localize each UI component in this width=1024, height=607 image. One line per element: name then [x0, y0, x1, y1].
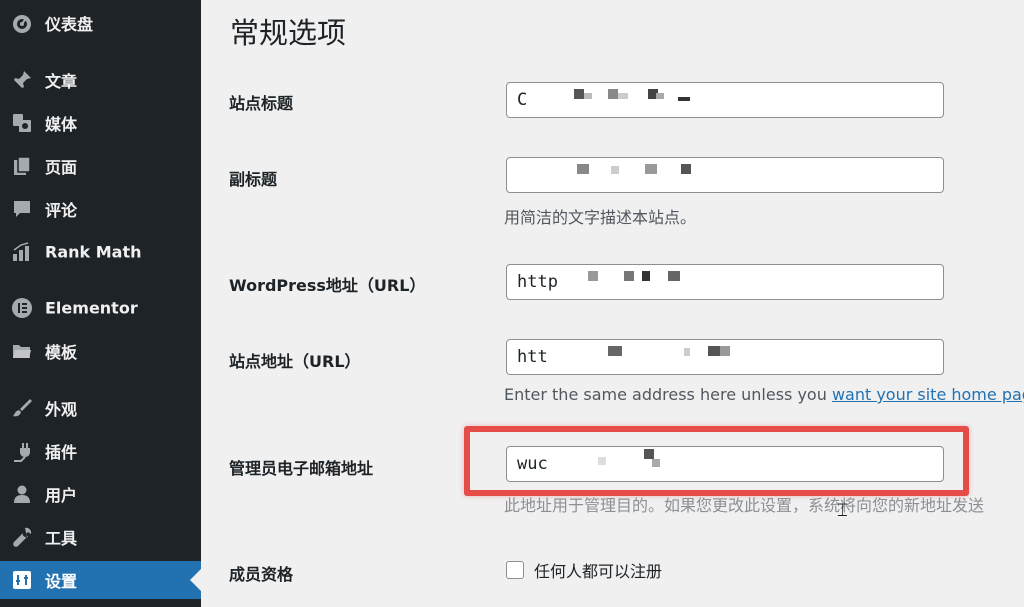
settings-icon — [10, 568, 34, 592]
sidebar-item-label: 媒体 — [45, 115, 78, 134]
membership-label: 成员资格 — [229, 565, 294, 584]
site-address-value: htt — [517, 347, 548, 367]
plugin-icon — [10, 439, 34, 463]
page-title: 常规选项 — [230, 16, 347, 50]
sidebar-item-label: 工具 — [45, 529, 78, 548]
sidebar-item-plugins[interactable]: 插件 — [0, 432, 201, 470]
site-title-value: C — [517, 90, 528, 110]
page-icon — [10, 154, 34, 178]
sidebar-item-label: Rank Math — [45, 242, 142, 262]
sidebar-item-label: 用户 — [45, 486, 78, 505]
wp-address-label: WordPress地址（URL） — [229, 276, 426, 295]
sidebar-item-users[interactable]: 用户 — [0, 475, 201, 513]
sidebar-item-tools[interactable]: 工具 — [0, 518, 201, 556]
membership-checkbox-label[interactable]: 任何人都可以注册 — [534, 558, 662, 582]
comment-icon — [10, 197, 34, 221]
sidebar-item-label: 评论 — [45, 201, 78, 220]
sidebar-item-templates[interactable]: 模板 — [0, 332, 201, 370]
admin-email-description: 此地址用于管理目的。如果您更改此设置，系统将向您的新地址发送 — [504, 496, 985, 515]
user-icon — [10, 482, 34, 506]
settings-main: 常规选项 站点标题 C 副标题 用简洁的文字描述本站点。 WordPress地址… — [201, 0, 1024, 607]
sidebar-item-comments[interactable]: 评论 — [0, 190, 201, 228]
sidebar-item-posts[interactable]: 文章 — [0, 61, 201, 99]
brush-icon — [10, 396, 34, 420]
highlight-box — [464, 426, 969, 496]
wp-address-value: http — [517, 272, 558, 292]
sidebar-item-label: 插件 — [45, 443, 78, 462]
site-address-input[interactable]: htt — [506, 339, 944, 375]
dashboard-icon — [10, 11, 34, 35]
wrench-icon — [10, 525, 34, 549]
active-indicator — [190, 569, 201, 591]
sidebar-item-label: Elementor — [45, 298, 138, 318]
tagline-description: 用简洁的文字描述本站点。 — [504, 208, 697, 227]
redacted-text — [568, 265, 768, 299]
sidebar-item-rank-math[interactable]: Rank Math — [0, 233, 201, 271]
tagline-input[interactable] — [506, 157, 944, 193]
site-address-label: 站点地址（URL） — [229, 352, 361, 371]
site-title-input[interactable]: C — [506, 82, 944, 118]
site-address-description: Enter the same address here unless you w… — [504, 385, 1024, 404]
membership-checkbox[interactable] — [506, 561, 524, 579]
rank-math-icon — [10, 240, 34, 264]
admin-sidebar: 仪表盘 文章 媒体 页面 评论 Rank Math Elementor 模板 外… — [0, 0, 201, 607]
wp-address-input[interactable]: http — [506, 264, 944, 300]
sidebar-item-settings[interactable]: 设置 — [0, 561, 201, 599]
sidebar-item-media[interactable]: 媒体 — [0, 104, 201, 142]
site-title-label: 站点标题 — [229, 94, 294, 113]
redacted-text — [517, 158, 717, 192]
site-home-link[interactable]: want your site home pag — [832, 385, 1024, 404]
sidebar-item-elementor[interactable]: Elementor — [0, 289, 201, 327]
admin-email-label: 管理员电子邮箱地址 — [229, 459, 374, 478]
sidebar-item-label: 页面 — [45, 158, 78, 177]
sidebar-item-label: 文章 — [45, 72, 78, 91]
sidebar-item-label: 设置 — [45, 572, 78, 591]
tagline-label: 副标题 — [229, 170, 278, 189]
text-cursor: ⌶ — [837, 500, 848, 521]
sidebar-item-appearance[interactable]: 外观 — [0, 389, 201, 427]
sidebar-item-label: 仪表盘 — [45, 15, 94, 34]
redacted-text — [538, 83, 698, 117]
redacted-text — [558, 340, 778, 374]
sidebar-item-pages[interactable]: 页面 — [0, 147, 201, 185]
sidebar-item-dashboard[interactable]: 仪表盘 — [0, 4, 201, 42]
folder-icon — [10, 339, 34, 363]
media-icon — [10, 111, 34, 135]
elementor-icon — [10, 296, 34, 320]
sidebar-item-label: 外观 — [45, 400, 78, 419]
sidebar-item-label: 模板 — [45, 343, 78, 362]
pin-icon — [10, 68, 34, 92]
